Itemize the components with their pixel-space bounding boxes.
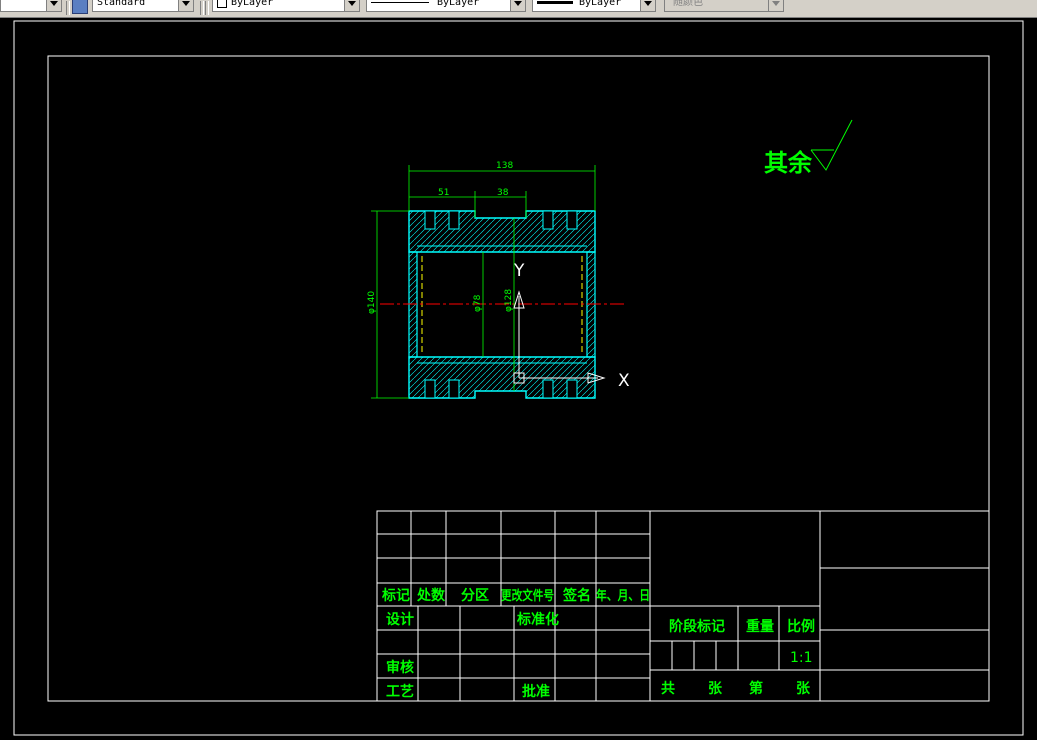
label-review: 审核 xyxy=(386,659,414,676)
dim-overall-length: 138 xyxy=(496,161,513,171)
label-sheets-2: 张 xyxy=(796,681,811,697)
ucs-y-label: Y xyxy=(513,261,525,281)
rev-header-mark: 标记 xyxy=(381,587,410,604)
rev-header-date: 年、月、日 xyxy=(596,588,650,604)
label-process: 工艺 xyxy=(386,683,414,700)
dim-groove-width: 38 xyxy=(497,188,509,198)
part-section xyxy=(380,210,624,399)
roughness-note: 其余 xyxy=(764,149,813,177)
drawing-canvas[interactable]: 其余 138 51 38 φ140 φ78 φ128 Y X 标记 处数 分区 … xyxy=(0,0,1037,740)
dim-bore-diameter: φ78 xyxy=(473,294,483,312)
dim-mid-diameter: φ128 xyxy=(504,289,514,312)
label-weight: 重量 xyxy=(746,618,774,635)
roughness-symbol-icon xyxy=(810,119,853,171)
label-standardize: 标准化 xyxy=(516,611,559,628)
dim-left-offset: 51 xyxy=(438,188,449,198)
label-approve: 批准 xyxy=(522,683,550,700)
title-block xyxy=(376,510,990,702)
label-design: 设计 xyxy=(386,611,414,628)
label-sheet-no: 第 xyxy=(749,680,763,697)
label-scale: 比例 xyxy=(787,618,815,635)
rev-header-doc: 更改文件号 xyxy=(501,588,554,604)
rev-header-sign: 签名 xyxy=(562,587,591,604)
rev-header-count: 处数 xyxy=(416,587,446,604)
label-stage-mark: 阶段标记 xyxy=(669,618,725,635)
dim-outer-diameter: φ140 xyxy=(367,291,377,314)
rev-header-zone: 分区 xyxy=(461,588,489,604)
label-sheets: 张 xyxy=(708,681,723,697)
scale-value: 1:1 xyxy=(790,650,813,666)
ucs-x-label: X xyxy=(618,371,630,391)
label-total: 共 xyxy=(661,680,675,697)
